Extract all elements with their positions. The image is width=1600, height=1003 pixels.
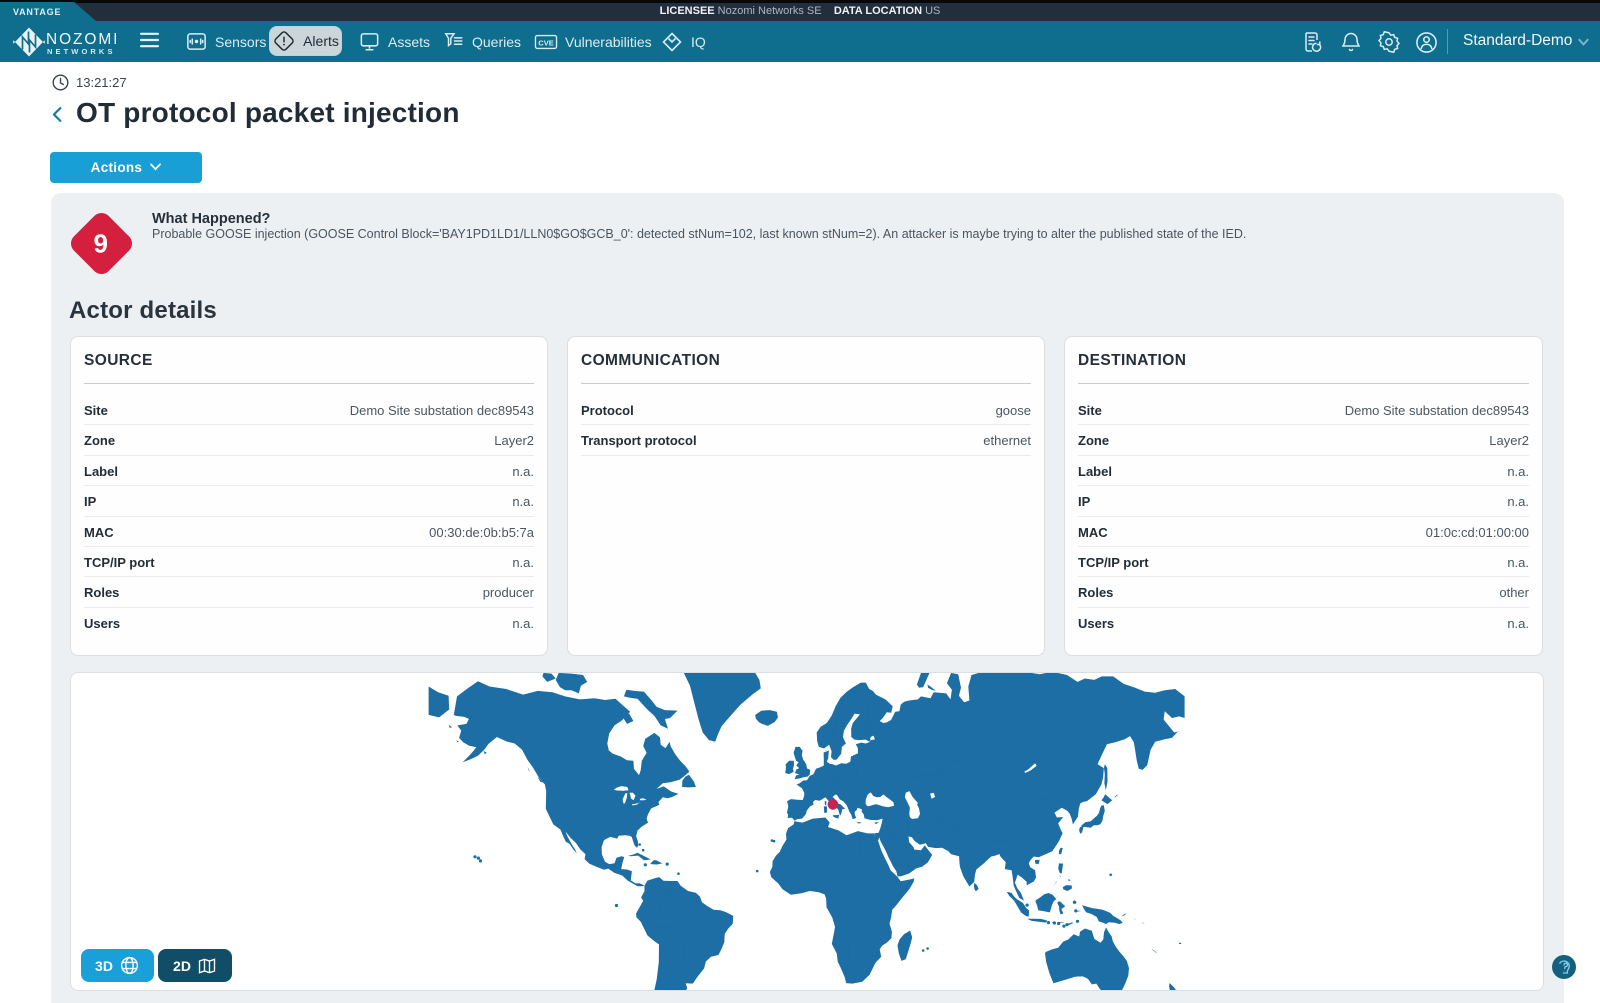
svg-text:CVE: CVE — [538, 38, 553, 47]
